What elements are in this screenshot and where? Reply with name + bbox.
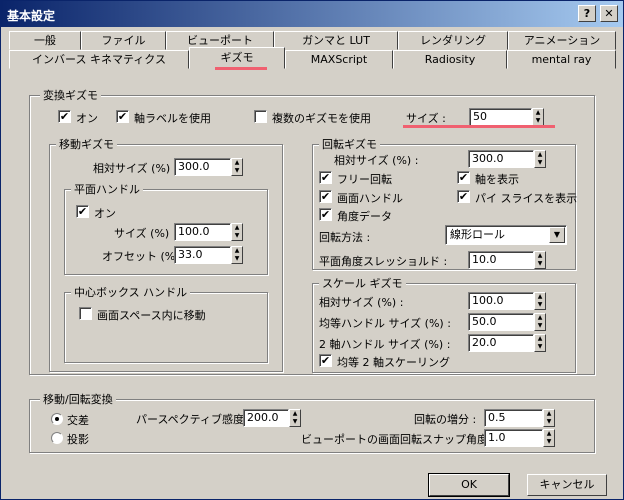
help-button[interactable]: ? [578, 5, 596, 22]
tab-rendering[interactable]: レンダリング [398, 31, 508, 50]
gizmo-size-field[interactable]: 50 [469, 108, 532, 126]
plane-size-label: サイズ (%) : [114, 227, 177, 240]
move-gizmo-title: 移動ギズモ [56, 136, 117, 152]
rotate-relsize-field[interactable]: 300.0 [468, 150, 534, 168]
move-rotate-title: 移動/回転変換 [40, 391, 116, 407]
gizmo-size-spinner[interactable]: ▲ ▼ [532, 108, 544, 126]
snap-angle-spinner[interactable]: ▲ ▼ [543, 429, 555, 447]
uniform-two-axis-checkbox[interactable]: ✔ [319, 354, 332, 367]
window-title: 基本設定 [7, 9, 56, 23]
rotate-gizmo-title: 回転ギズモ [319, 136, 380, 152]
tab-inverse-kinematics[interactable]: インバース キネマティクス [9, 50, 189, 69]
tab-animation[interactable]: アニメーション [508, 31, 616, 50]
axis-labels-checkbox[interactable]: ✔ [116, 110, 129, 123]
scale-relsize-field[interactable]: 100.0 [468, 292, 534, 310]
axis-labels-label: 軸ラベルを使用 [134, 112, 211, 125]
two-axis-field[interactable]: 20.0 [468, 334, 534, 352]
plane-threshold-label: 平面角度スレッショルド : [319, 255, 448, 268]
rotation-increment-field[interactable]: 0.5 [484, 409, 543, 427]
tab-maxscript[interactable]: MAXScript [285, 50, 393, 69]
uniform-two-axis-label: 均等 2 軸スケーリング [337, 356, 450, 369]
uniform-handle-field[interactable]: 50.0 [468, 313, 534, 331]
rotation-increment-spinner[interactable]: ▲ ▼ [543, 409, 555, 427]
plane-threshold-spinner[interactable]: ▲ ▼ [534, 251, 546, 269]
cross-radio[interactable] [51, 413, 63, 425]
tab-gamma-lut[interactable]: ガンマと LUT [274, 31, 398, 50]
perspective-spinner[interactable]: ▲ ▼ [289, 409, 301, 427]
screen-space-checkbox[interactable] [79, 307, 92, 320]
plane-size-spinner[interactable]: ▲ ▼ [231, 223, 243, 241]
angle-data-label: 角度データ [337, 210, 392, 223]
tab-general[interactable]: 一般 [9, 31, 81, 50]
tab-mental-ray[interactable]: mental ray [507, 50, 616, 69]
plane-handles-title: 平面ハンドル [71, 181, 143, 197]
plane-on-label: オン [94, 207, 116, 220]
gizmo-size-label: サイズ : [406, 112, 446, 125]
plane-threshold-field[interactable]: 10.0 [468, 251, 534, 269]
close-button[interactable]: ✕ [600, 5, 618, 22]
plane-size-field[interactable]: 100.0 [174, 223, 231, 241]
rotation-increment-label: 回転の増分 : [414, 413, 477, 426]
cross-label: 交差 [67, 414, 89, 427]
project-label: 投影 [67, 433, 89, 446]
transform-on-label: オン [76, 112, 98, 125]
center-box-title: 中心ボックス ハンドル [71, 284, 191, 300]
free-rotation-label: フリー回転 [337, 173, 392, 186]
ok-button[interactable]: OK [428, 473, 510, 497]
pie-slice-label: パイ スライスを表示 [475, 192, 578, 205]
move-relsize-label: 相対サイズ (%) : [93, 162, 178, 175]
uniform-handle-spinner[interactable]: ▲ ▼ [534, 313, 546, 331]
screen-space-label: 画面スペース内に移動 [97, 309, 206, 322]
move-relsize-spinner[interactable]: ▲ ▼ [231, 158, 243, 176]
size-highlight [403, 125, 555, 128]
perspective-label: パースペクティブ感度 : [136, 413, 252, 426]
transform-on-checkbox[interactable]: ✔ [58, 110, 71, 123]
show-axis-checkbox[interactable]: ✔ [457, 171, 470, 184]
scale-relsize-label: 相対サイズ (%) : [319, 296, 404, 309]
rotate-relsize-label: 相対サイズ (%) : [334, 154, 419, 167]
center-box-group [64, 292, 268, 363]
chevron-down-icon[interactable]: ▼ [549, 227, 565, 243]
plane-offset-field[interactable]: 33.0 [174, 246, 231, 264]
free-rotation-checkbox[interactable]: ✔ [319, 171, 332, 184]
scale-gizmo-title: スケール ギズモ [319, 275, 406, 291]
plane-offset-spinner[interactable]: ▲ ▼ [231, 246, 243, 264]
scale-relsize-spinner[interactable]: ▲ ▼ [534, 292, 546, 310]
pie-slice-checkbox[interactable]: ✔ [457, 190, 470, 203]
screen-handle-label: 画面ハンドル [337, 192, 403, 205]
uniform-handle-label: 均等ハンドル サイズ (%) : [319, 317, 451, 330]
transform-gizmo-title: 変換ギズモ [40, 87, 101, 103]
multiple-gizmos-checkbox[interactable] [254, 110, 267, 123]
multiple-gizmos-label: 複数のギズモを使用 [272, 112, 371, 125]
rotation-method-value: 線形ロール [450, 228, 505, 241]
move-relsize-field[interactable]: 300.0 [174, 158, 231, 176]
rotation-method-select[interactable]: 線形ロール ▼ [445, 225, 567, 245]
preferences-window: 基本設定 ? ✕ 一般 ファイル ビューポート ガンマと LUT レンダリング … [0, 0, 624, 500]
show-axis-label: 軸を表示 [475, 173, 519, 186]
project-radio[interactable] [51, 432, 63, 444]
selected-tab-highlight [215, 67, 267, 70]
tab-radiosity[interactable]: Radiosity [393, 50, 507, 69]
rotation-method-label: 回転方法 : [319, 231, 371, 244]
title-bar: 基本設定 ? ✕ [1, 1, 623, 27]
tab-files[interactable]: ファイル [81, 31, 166, 50]
cancel-button[interactable]: キャンセル [527, 474, 607, 496]
perspective-field[interactable]: 200.0 [243, 409, 289, 427]
angle-data-checkbox[interactable]: ✔ [319, 208, 332, 221]
tab-gizmos[interactable]: ギズモ [189, 47, 285, 69]
screen-handle-checkbox[interactable]: ✔ [319, 190, 332, 203]
plane-on-checkbox[interactable]: ✔ [76, 205, 89, 218]
rotate-relsize-spinner[interactable]: ▲ ▼ [534, 150, 546, 168]
snap-angle-label: ビューポートの画面回転スナップ角度 : [301, 433, 496, 446]
two-axis-label: 2 軸ハンドル サイズ (%) : [319, 338, 451, 351]
two-axis-spinner[interactable]: ▲ ▼ [534, 334, 546, 352]
snap-angle-field[interactable]: 1.0 [484, 429, 543, 447]
